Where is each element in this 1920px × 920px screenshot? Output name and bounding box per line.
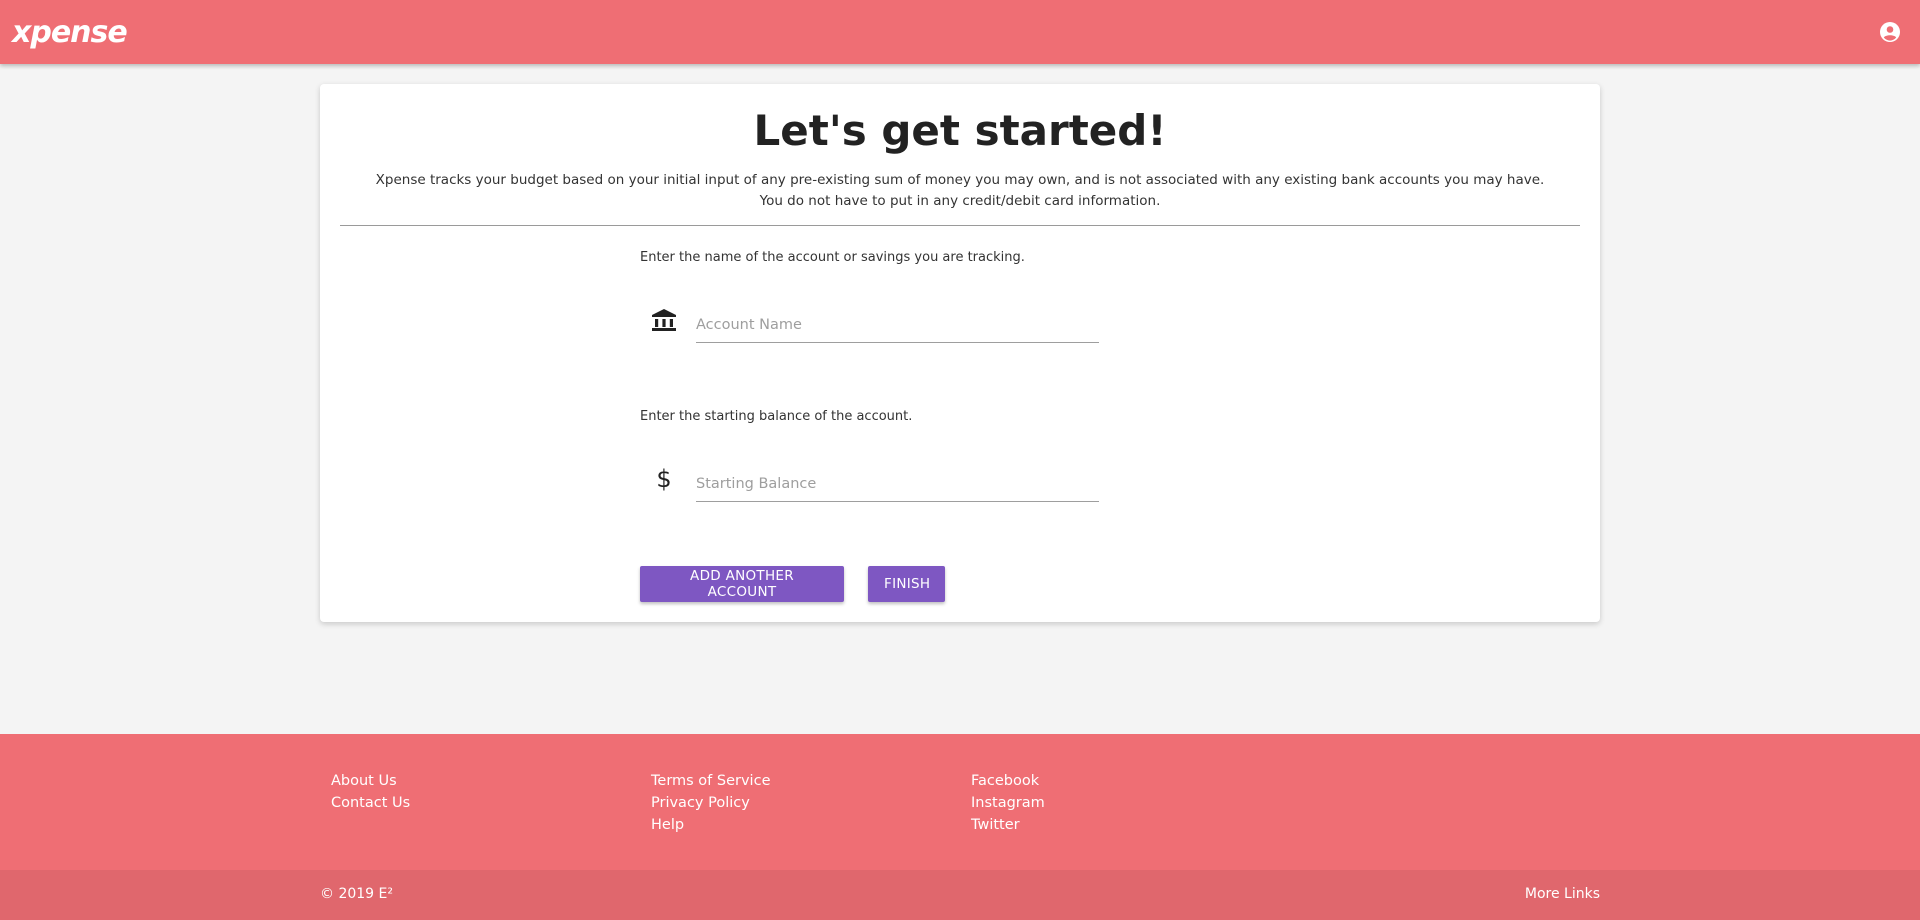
footer-link-help[interactable]: Help xyxy=(651,814,770,836)
footer-link-privacy[interactable]: Privacy Policy xyxy=(651,792,770,814)
bank-icon xyxy=(650,306,678,334)
copyright-text: © 2019 E² xyxy=(320,886,393,902)
footer-column-about: About Us Contact Us xyxy=(331,770,410,814)
account-circle-icon xyxy=(1880,22,1900,42)
brand-logo[interactable]: xpense xyxy=(12,15,128,50)
footer-bottom-bar: © 2019 E² More Links xyxy=(0,870,1920,920)
finish-button[interactable]: FINISH xyxy=(868,566,945,602)
footer-link-twitter[interactable]: Twitter xyxy=(971,814,1045,836)
starting-balance-prompt: Enter the starting balance of the accoun… xyxy=(640,409,913,424)
footer-link-about-us[interactable]: About Us xyxy=(331,770,410,792)
account-name-prompt: Enter the name of the account or savings… xyxy=(640,250,1025,265)
footer-column-legal: Terms of Service Privacy Policy Help xyxy=(651,770,770,836)
footer-link-facebook[interactable]: Facebook xyxy=(971,770,1045,792)
footer-link-terms[interactable]: Terms of Service xyxy=(651,770,770,792)
footer: About Us Contact Us Terms of Service Pri… xyxy=(0,734,1920,870)
page-title: Let's get started! xyxy=(753,106,1167,155)
top-navbar: xpense xyxy=(0,0,1920,64)
account-name-input[interactable] xyxy=(696,307,1099,343)
footer-column-social: Facebook Instagram Twitter xyxy=(971,770,1045,836)
setup-card: Let's get started! Xpense tracks your bu… xyxy=(320,84,1600,622)
footer-link-instagram[interactable]: Instagram xyxy=(971,792,1045,814)
add-another-account-button[interactable]: ADD ANOTHER ACCOUNT xyxy=(640,566,844,602)
starting-balance-input[interactable] xyxy=(696,466,1099,502)
dollar-icon: $ xyxy=(650,464,678,492)
intro-text: Xpense tracks your budget based on your … xyxy=(375,172,1545,209)
account-button[interactable] xyxy=(1876,18,1904,46)
more-links-link[interactable]: More Links xyxy=(1525,886,1600,902)
svg-text:$: $ xyxy=(656,465,671,492)
footer-link-contact-us[interactable]: Contact Us xyxy=(331,792,410,814)
divider xyxy=(340,225,1580,226)
